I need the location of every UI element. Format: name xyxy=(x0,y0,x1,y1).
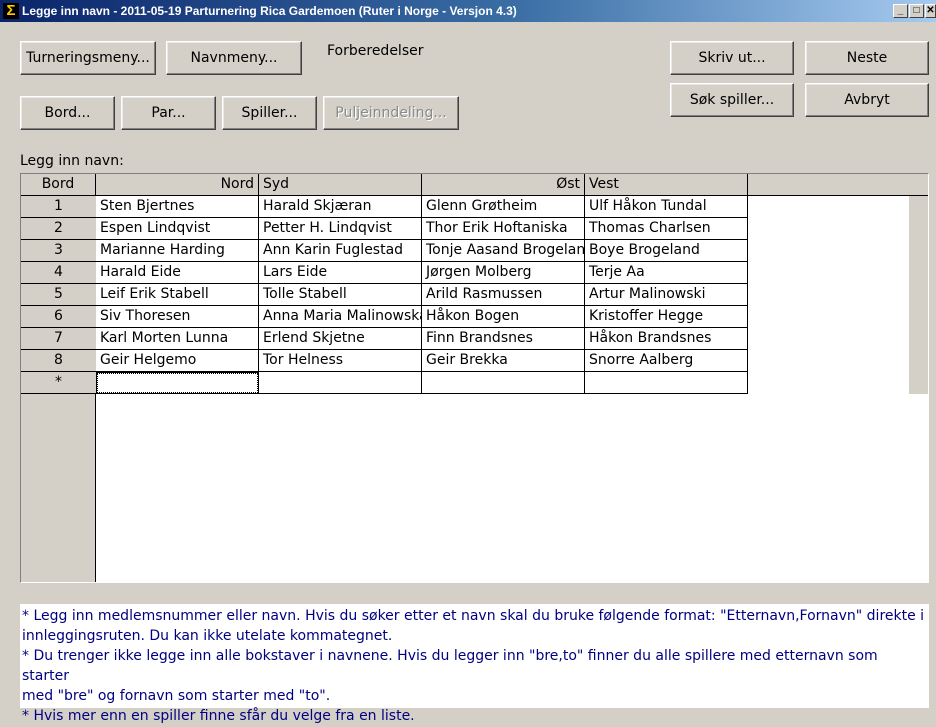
help-line: med "bre" og fornavn som starter med "to… xyxy=(22,688,331,704)
column-header-nord[interactable]: Nord xyxy=(96,174,259,195)
grid-cell-empty[interactable] xyxy=(422,372,585,394)
minimize-button[interactable]: _ xyxy=(893,4,908,18)
grid-cell-vest[interactable]: Snorre Aalberg xyxy=(585,350,748,372)
bord-button[interactable]: Bord... xyxy=(20,96,115,130)
grid-cell-vest[interactable]: Thomas Charlsen xyxy=(585,218,748,240)
grid-cell-nord[interactable]: Karl Morten Lunna xyxy=(96,328,259,350)
new-entry-input[interactable] xyxy=(96,372,259,394)
grid-cell-syd[interactable]: Petter H. Lindqvist xyxy=(259,218,422,240)
close-button[interactable]: ✕ xyxy=(925,4,936,18)
grid-cell-nord[interactable]: Marianne Harding xyxy=(96,240,259,262)
grid-cell-ost[interactable]: Håkon Bogen xyxy=(422,306,585,328)
help-line: * Hvis mer enn en spiller finne sfår du … xyxy=(22,708,415,724)
help-line: innleggingsruten. Du kan ikke utelate ko… xyxy=(22,628,393,644)
new-row-marker[interactable]: * xyxy=(21,372,96,394)
grid-scroll-area xyxy=(909,196,928,394)
skriv-ut-button[interactable]: Skriv ut... xyxy=(670,41,794,75)
grid-header-row: Bord Nord Syd Øst Vest xyxy=(21,174,928,196)
grid-cell-empty[interactable] xyxy=(259,372,422,394)
grid-cell-syd[interactable]: Anna Maria Malinowska xyxy=(259,306,422,328)
grid-cell-ost[interactable]: Tonje Aasand Brogeland xyxy=(422,240,585,262)
row-header[interactable]: 7 xyxy=(21,328,96,350)
grid-cell-nord[interactable]: Espen Lindqvist xyxy=(96,218,259,240)
neste-button[interactable]: Neste xyxy=(805,41,929,75)
names-grid[interactable]: Bord Nord Syd Øst Vest 1 Sten Bjertnes Har… xyxy=(20,173,929,583)
row-header[interactable]: 6 xyxy=(21,306,96,328)
row-header[interactable]: 2 xyxy=(21,218,96,240)
grid-cell-ost[interactable]: Jørgen Molberg xyxy=(422,262,585,284)
turneringsmeny-button[interactable]: Turneringsmeny... xyxy=(20,41,156,75)
navnmeny-button[interactable]: Navnmeny... xyxy=(166,41,302,75)
grid-cell-syd[interactable]: Lars Eide xyxy=(259,262,422,284)
row-header[interactable]: 5 xyxy=(21,284,96,306)
grid-cell-nord[interactable]: Sten Bjertnes xyxy=(96,196,259,218)
grid-cell-syd[interactable]: Harald Skjæran xyxy=(259,196,422,218)
maximize-button[interactable]: □ xyxy=(909,4,924,18)
avbryt-button[interactable]: Avbryt xyxy=(805,83,929,117)
grid-cell-syd[interactable]: Tolle Stabell xyxy=(259,284,422,306)
grid-cell-syd[interactable]: Ann Karin Fuglestad xyxy=(259,240,422,262)
row-header[interactable]: 8 xyxy=(21,350,96,372)
spiller-button[interactable]: Spiller... xyxy=(222,96,317,130)
grid-caption: Legg inn navn: xyxy=(20,153,124,169)
title-bar: Σ Legge inn navn - 2011-05-19 Parturneri… xyxy=(0,0,936,22)
grid-cell-syd[interactable]: Erlend Skjetne xyxy=(259,328,422,350)
column-header-vest[interactable]: Vest xyxy=(585,174,748,195)
grid-cell-nord[interactable]: Harald Eide xyxy=(96,262,259,284)
help-line: * Legg inn medlemsnummer eller navn. Hvi… xyxy=(22,608,925,624)
puljeinndeling-button[interactable]: Puljeinndeling... xyxy=(323,96,459,130)
grid-cell-vest[interactable]: Artur Malinowski xyxy=(585,284,748,306)
column-header-syd[interactable]: Syd xyxy=(259,174,422,195)
sok-spiller-button[interactable]: Søk spiller... xyxy=(670,83,794,117)
grid-cell-empty[interactable] xyxy=(585,372,748,394)
grid-cell-ost[interactable]: Thor Erik Hoftaniska xyxy=(422,218,585,240)
column-header-bord[interactable]: Bord xyxy=(21,174,96,195)
grid-cell-syd[interactable]: Tor Helness xyxy=(259,350,422,372)
grid-cell-nord[interactable]: Leif Erik Stabell xyxy=(96,284,259,306)
row-header[interactable]: 3 xyxy=(21,240,96,262)
grid-cell-ost[interactable]: Finn Brandsnes xyxy=(422,328,585,350)
grid-cell-vest[interactable]: Kristoffer Hegge xyxy=(585,306,748,328)
grid-cell-vest[interactable]: Boye Brogeland xyxy=(585,240,748,262)
grid-cell-ost[interactable]: Glenn Grøtheim xyxy=(422,196,585,218)
row-header[interactable]: 4 xyxy=(21,262,96,284)
grid-cell-ost[interactable]: Geir Brekka xyxy=(422,350,585,372)
par-button[interactable]: Par... xyxy=(121,96,216,130)
help-text: * Legg inn medlemsnummer eller navn. Hvi… xyxy=(20,604,929,724)
grid-cell-ost[interactable]: Arild Rasmussen xyxy=(422,284,585,306)
row-header[interactable]: 1 xyxy=(21,196,96,218)
grid-cell-vest[interactable]: Ulf Håkon Tundal xyxy=(585,196,748,218)
help-line: * Du trenger ikke legge inn alle bokstav… xyxy=(22,648,878,684)
column-header-ost[interactable]: Øst xyxy=(422,174,585,195)
sigma-icon: Σ xyxy=(3,3,19,19)
window-title: Legge inn navn - 2011-05-19 Parturnering… xyxy=(22,4,517,18)
grid-cell-vest[interactable]: Håkon Brandsnes xyxy=(585,328,748,350)
forberedelser-label: Forberedelser xyxy=(327,43,424,59)
grid-cell-nord[interactable]: Geir Helgemo xyxy=(96,350,259,372)
grid-cell-vest[interactable]: Terje Aa xyxy=(585,262,748,284)
grid-cell-nord[interactable]: Siv Thoresen xyxy=(96,306,259,328)
